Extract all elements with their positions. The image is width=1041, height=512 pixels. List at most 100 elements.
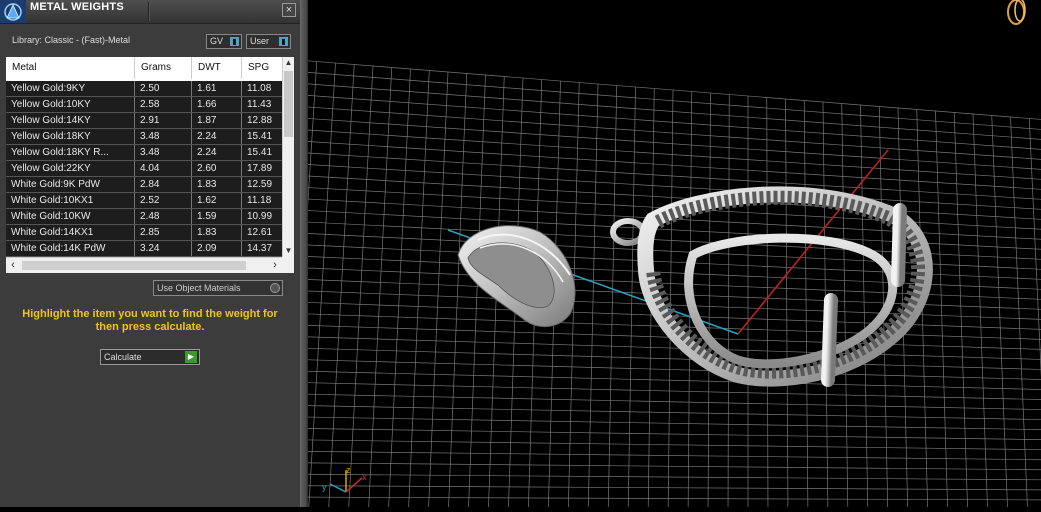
column-header-metal[interactable]: Metal <box>6 57 135 79</box>
cell-dwt: 1.83 <box>192 177 242 192</box>
calculate-button-label: Calculate <box>104 352 142 362</box>
table-row[interactable]: Yellow Gold:18KY R... 3.48 2.24 15.41 <box>6 145 282 161</box>
cell-metal: White Gold:9K PdW <box>6 177 135 192</box>
gv-dropdown[interactable]: GV ▮ <box>206 34 242 49</box>
column-header-grams[interactable]: Grams <box>135 57 192 79</box>
table-row[interactable]: Yellow Gold:14KY 2.91 1.87 12.88 <box>6 113 282 129</box>
use-object-materials-label: Use Object Materials <box>157 283 241 293</box>
viewport-canvas: z x y <box>268 0 1041 512</box>
cell-metal: Yellow Gold:14KY <box>6 113 135 128</box>
table-row[interactable]: White Gold:14KX1 2.85 1.83 12.61 <box>6 225 282 241</box>
cell-grams: 2.84 <box>135 177 192 192</box>
column-header-spg[interactable]: SPG <box>242 57 282 79</box>
cell-grams: 3.48 <box>135 145 192 160</box>
cell-dwt: 2.60 <box>192 161 242 176</box>
cell-grams: 2.58 <box>135 97 192 112</box>
grid-line <box>278 358 1041 380</box>
cell-spg: 14.37 <box>247 243 273 254</box>
grid-line <box>293 128 1041 180</box>
scroll-down-icon[interactable]: ▼ <box>283 245 294 257</box>
title-separator <box>148 2 149 21</box>
grid-line <box>1010 116 1029 512</box>
grid-line <box>766 97 769 512</box>
cell-spg: 12.61 <box>247 227 273 238</box>
axis-gizmo-icon: z x y <box>322 465 367 493</box>
cell-spg: 12.59 <box>247 179 273 190</box>
grid-line <box>972 113 989 512</box>
grid-line <box>727 94 730 512</box>
column-header-dwt[interactable]: DWT <box>192 57 242 79</box>
app-logo-icon <box>0 0 26 23</box>
vertical-scrollbar[interactable]: ▲ ▼ <box>282 57 294 257</box>
view-cube-icon[interactable] <box>1007 0 1026 25</box>
cell-spg: 10.99 <box>247 211 273 222</box>
cell-metal: White Gold:14KX1 <box>6 225 135 240</box>
table-row[interactable]: Yellow Gold:10KY 2.58 1.66 11.43 <box>6 97 282 113</box>
panel-titlebar[interactable]: METAL WEIGHTS × <box>0 0 300 24</box>
pendant-setting-model[interactable] <box>610 183 933 387</box>
cell-dwt: 1.61 <box>192 81 242 96</box>
grid-line <box>276 381 1041 400</box>
cell-grams: 3.48 <box>135 129 192 144</box>
table-row[interactable]: Yellow Gold:18KY 3.48 2.24 15.41 <box>6 129 282 145</box>
panel-title: METAL WEIGHTS <box>30 1 124 13</box>
grid-line <box>953 112 969 512</box>
radio-toggle-icon[interactable] <box>270 283 280 293</box>
axis-label-z: z <box>346 465 351 475</box>
grid-line <box>270 485 1041 491</box>
scroll-thumb[interactable] <box>284 71 293 137</box>
cell-spg: 17.89 <box>247 163 273 174</box>
instruction-text: Highlight the item you want to find the … <box>22 308 278 333</box>
scroll-right-icon[interactable]: › <box>268 258 282 273</box>
table-row[interactable]: Yellow Gold:9KY 2.50 1.61 11.08 <box>6 81 282 97</box>
calculate-button[interactable]: Calculate ▶ <box>100 349 200 365</box>
table-row[interactable]: White Gold:9K PdW 2.84 1.83 12.59 <box>6 177 282 193</box>
scroll-corner <box>282 257 294 273</box>
cell-spg: 12.88 <box>247 115 273 126</box>
axis-label-y: y <box>322 482 327 492</box>
cell-dwt: 2.24 <box>192 145 242 160</box>
cell-dwt: 1.62 <box>192 193 242 208</box>
cell-grams: 2.85 <box>135 225 192 240</box>
use-object-materials-option[interactable]: Use Object Materials <box>153 280 283 296</box>
user-dropdown-label: User <box>250 36 270 46</box>
dropdown-arrow-icon: ▮ <box>279 37 288 46</box>
cell-metal: Yellow Gold:9KY <box>6 81 135 96</box>
3d-viewport[interactable]: z x y <box>268 0 1041 512</box>
horizontal-scrollbar[interactable]: ‹ › <box>6 257 282 273</box>
gv-dropdown-label: GV <box>210 36 224 46</box>
scroll-left-icon[interactable]: ‹ <box>6 258 20 273</box>
cell-dwt: 2.24 <box>192 129 242 144</box>
grid-line <box>296 82 1041 140</box>
grid-line <box>274 416 1041 430</box>
table-rows: Yellow Gold:9KY 2.50 1.61 11.08 Yellow Gold:… <box>6 81 282 257</box>
grid-line <box>841 103 849 512</box>
table-row[interactable]: White Gold:10KW 2.48 1.59 10.99 <box>6 209 282 225</box>
grid-line <box>273 439 1041 451</box>
close-button[interactable]: × <box>282 3 296 17</box>
metal-table[interactable]: Metal Grams DWT SPG Yellow Gold:9KY 2.50 1… <box>6 57 294 273</box>
table-row[interactable]: White Gold:14K PdW 3.24 2.09 14.37 <box>6 241 282 257</box>
panel-resize-divider[interactable] <box>300 0 308 507</box>
scroll-up-icon[interactable]: ▲ <box>283 57 294 69</box>
scroll-thumb-horizontal[interactable] <box>22 261 246 270</box>
grid-line <box>294 105 1041 160</box>
cell-spg: 15.41 <box>247 131 273 142</box>
grid-line <box>991 115 1009 512</box>
user-dropdown[interactable]: User ▮ <box>246 34 291 49</box>
cell-metal: White Gold:14K PdW <box>6 241 135 256</box>
grid-line <box>803 100 809 512</box>
cell-spg: 11.08 <box>247 83 272 94</box>
grid-line <box>273 427 1041 441</box>
grid-line <box>297 71 1041 130</box>
cell-grams: 2.52 <box>135 193 192 208</box>
bail-model[interactable] <box>457 225 576 327</box>
table-row[interactable]: White Gold:10KX1 2.52 1.62 11.18 <box>6 193 282 209</box>
table-header: Metal Grams DWT SPG <box>6 57 282 79</box>
grid-line <box>294 117 1041 170</box>
cell-metal: White Gold:10KW <box>6 209 135 224</box>
cell-spg: 11.18 <box>247 195 272 206</box>
cell-dwt: 2.09 <box>192 241 242 256</box>
table-row[interactable]: Yellow Gold:22KY 4.04 2.60 17.89 <box>6 161 282 177</box>
cell-grams: 2.50 <box>135 81 192 96</box>
